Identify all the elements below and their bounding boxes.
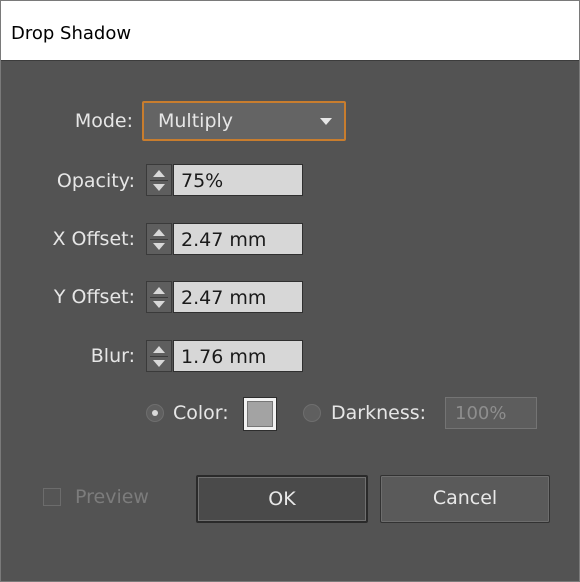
opacity-stepper[interactable] (146, 164, 172, 196)
drop-shadow-dialog: Drop Shadow Mode: Multiply Opacity: 75% … (0, 0, 580, 582)
stepper-down-icon[interactable] (153, 184, 165, 191)
radio-selected-dot (152, 410, 158, 416)
y-offset-input[interactable]: 2.47 mm (173, 281, 303, 313)
color-radio[interactable] (146, 404, 164, 422)
stepper-up-icon[interactable] (153, 346, 165, 353)
darkness-value: 100% (455, 403, 507, 424)
darkness-radio[interactable] (303, 404, 321, 422)
preview-checkbox[interactable] (43, 488, 61, 506)
blur-value: 1.76 mm (181, 346, 267, 368)
cancel-button[interactable]: Cancel (380, 475, 550, 523)
y-offset-value: 2.47 mm (181, 287, 267, 309)
stepper-up-icon[interactable] (153, 287, 165, 294)
y-offset-stepper[interactable] (146, 281, 172, 313)
ok-button[interactable]: OK (196, 475, 368, 523)
blur-label: Blur: (90, 345, 135, 367)
y-offset-label: Y Offset: (53, 286, 135, 308)
stepper-up-icon[interactable] (153, 229, 165, 236)
x-offset-value: 2.47 mm (181, 229, 267, 251)
color-swatch-fill (247, 401, 273, 427)
title-bar: Drop Shadow (1, 1, 579, 61)
color-label: Color: (173, 402, 229, 424)
chevron-down-icon (320, 118, 332, 125)
x-offset-input[interactable]: 2.47 mm (173, 223, 303, 255)
stepper-down-icon[interactable] (153, 301, 165, 308)
x-offset-stepper[interactable] (146, 223, 172, 255)
x-offset-label: X Offset: (52, 228, 135, 250)
blur-input[interactable]: 1.76 mm (173, 340, 303, 372)
darkness-label: Darkness: (331, 402, 427, 424)
shadow-color-swatch[interactable] (243, 397, 277, 431)
stepper-down-icon[interactable] (153, 243, 165, 250)
dialog-title: Drop Shadow (11, 23, 132, 44)
mode-dropdown[interactable]: Multiply (142, 101, 346, 141)
opacity-value: 75% (181, 170, 224, 192)
opacity-label: Opacity: (56, 170, 135, 192)
preview-label: Preview (75, 486, 149, 508)
opacity-input[interactable]: 75% (173, 164, 303, 196)
darkness-input[interactable]: 100% (445, 397, 537, 429)
blur-stepper[interactable] (146, 340, 172, 372)
stepper-down-icon[interactable] (153, 360, 165, 367)
stepper-up-icon[interactable] (153, 170, 165, 177)
mode-value: Multiply (158, 110, 234, 132)
mode-label: Mode: (74, 110, 133, 132)
